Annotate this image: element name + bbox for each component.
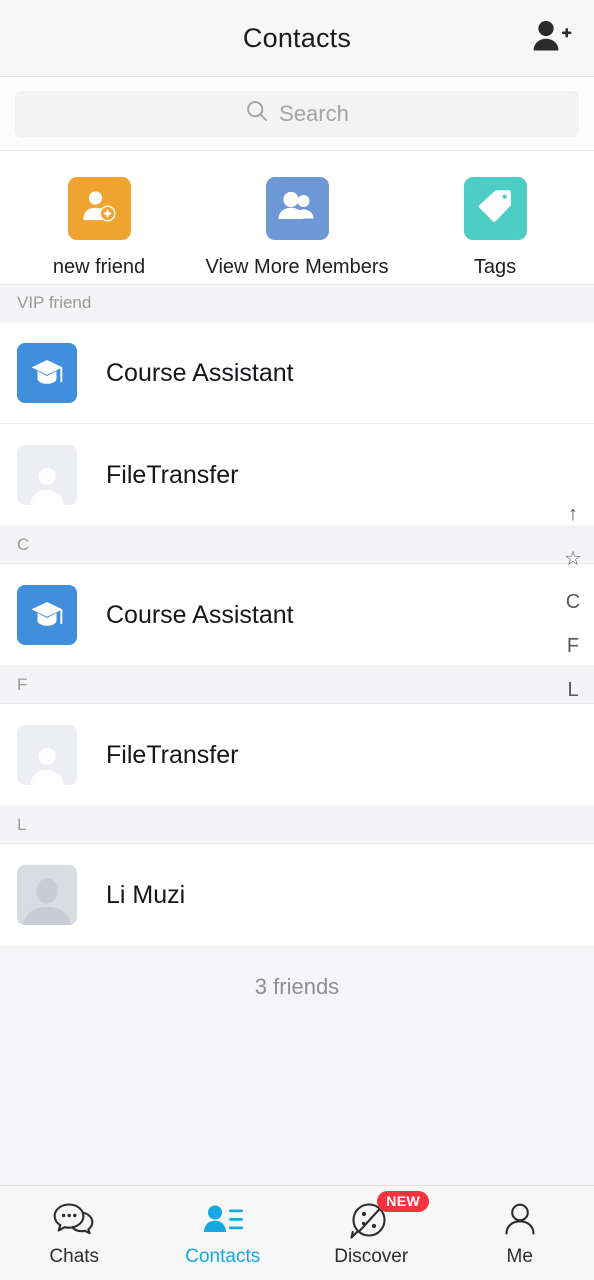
compass-icon: NEW bbox=[349, 1191, 430, 1242]
contact-name: Course Assistant bbox=[106, 358, 294, 387]
tags-tile bbox=[463, 177, 527, 240]
shortcut-tags[interactable]: Tags bbox=[396, 177, 594, 279]
contact-name: Li Muzi bbox=[106, 880, 186, 909]
bottom-tab-bar: Chats Contacts NEW Discover Me bbox=[0, 1185, 594, 1280]
person-avatar bbox=[17, 865, 77, 925]
tab-chats[interactable]: Chats bbox=[0, 1198, 149, 1268]
contact-row[interactable]: Li Muzi bbox=[0, 844, 594, 946]
shortcut-label: new friend bbox=[52, 256, 146, 278]
section-header-vip: VIP friend bbox=[0, 284, 594, 322]
app-screen: Contacts Search new friend View More Mem… bbox=[0, 0, 594, 1280]
contact-name: Course Assistant bbox=[106, 600, 294, 629]
person-add-icon bbox=[79, 186, 119, 231]
new-badge: NEW bbox=[377, 1191, 430, 1212]
contact-row[interactable]: FileTransfer bbox=[0, 704, 594, 806]
contacts-icon bbox=[201, 1198, 245, 1242]
search-placeholder-text: Search bbox=[279, 100, 349, 126]
tab-discover[interactable]: NEW Discover bbox=[297, 1191, 446, 1268]
tab-label: Chats bbox=[49, 1246, 100, 1267]
group-icon bbox=[276, 188, 318, 229]
header-bar: Contacts bbox=[0, 0, 594, 77]
tab-label: Discover bbox=[334, 1246, 409, 1267]
contact-list[interactable]: VIP friend Course Assistant FileTransfer bbox=[0, 284, 594, 1185]
tab-me[interactable]: Me bbox=[446, 1198, 594, 1268]
tab-label: Me bbox=[506, 1246, 533, 1267]
file-transfer-avatar bbox=[17, 725, 77, 785]
list-empty-area bbox=[0, 1026, 594, 1185]
add-contact-icon bbox=[532, 19, 572, 57]
add-contact-button[interactable] bbox=[524, 15, 580, 61]
index-item-f[interactable]: F bbox=[558, 624, 588, 668]
search-input[interactable]: Search bbox=[15, 90, 579, 137]
contact-name: FileTransfer bbox=[106, 460, 239, 489]
contact-row[interactable]: FileTransfer bbox=[0, 424, 594, 526]
contact-name: FileTransfer bbox=[106, 740, 239, 769]
section-header-f: F bbox=[0, 666, 594, 704]
new-friend-tile bbox=[67, 177, 131, 240]
chat-bubble-icon bbox=[52, 1198, 96, 1242]
view-more-members-tile bbox=[265, 177, 329, 240]
shortcut-view-more-members[interactable]: View More Members bbox=[198, 177, 396, 279]
section-header-c: C bbox=[0, 526, 594, 564]
person-outline-icon bbox=[498, 1198, 542, 1242]
alphabet-index-bar[interactable]: ↑ ☆ C F L bbox=[558, 492, 588, 712]
tag-icon bbox=[476, 187, 514, 230]
shortcut-tiles: new friend View More Members Tags bbox=[0, 151, 594, 284]
tab-contacts[interactable]: Contacts bbox=[149, 1198, 298, 1268]
section-header-l: L bbox=[0, 806, 594, 844]
graduation-cap-avatar bbox=[17, 343, 77, 403]
search-icon bbox=[245, 99, 269, 128]
page-title: Contacts bbox=[242, 22, 352, 53]
index-item-top-arrow[interactable]: ↑ bbox=[558, 492, 588, 536]
contact-row[interactable]: Course Assistant bbox=[0, 322, 594, 424]
index-item-star[interactable]: ☆ bbox=[558, 536, 588, 580]
index-item-c[interactable]: C bbox=[558, 580, 588, 624]
search-bar-container: Search bbox=[0, 77, 594, 151]
shortcut-label: Tags bbox=[473, 256, 517, 278]
shortcut-label: View More Members bbox=[205, 256, 389, 278]
tab-label: Contacts bbox=[185, 1246, 261, 1267]
shortcut-new-friend[interactable]: new friend bbox=[0, 177, 198, 279]
graduation-cap-avatar bbox=[17, 585, 77, 645]
index-item-l[interactable]: L bbox=[558, 668, 588, 712]
friends-count-label: 3 friends bbox=[0, 946, 594, 1026]
file-transfer-avatar bbox=[17, 445, 77, 505]
contact-row[interactable]: Course Assistant bbox=[0, 564, 594, 666]
